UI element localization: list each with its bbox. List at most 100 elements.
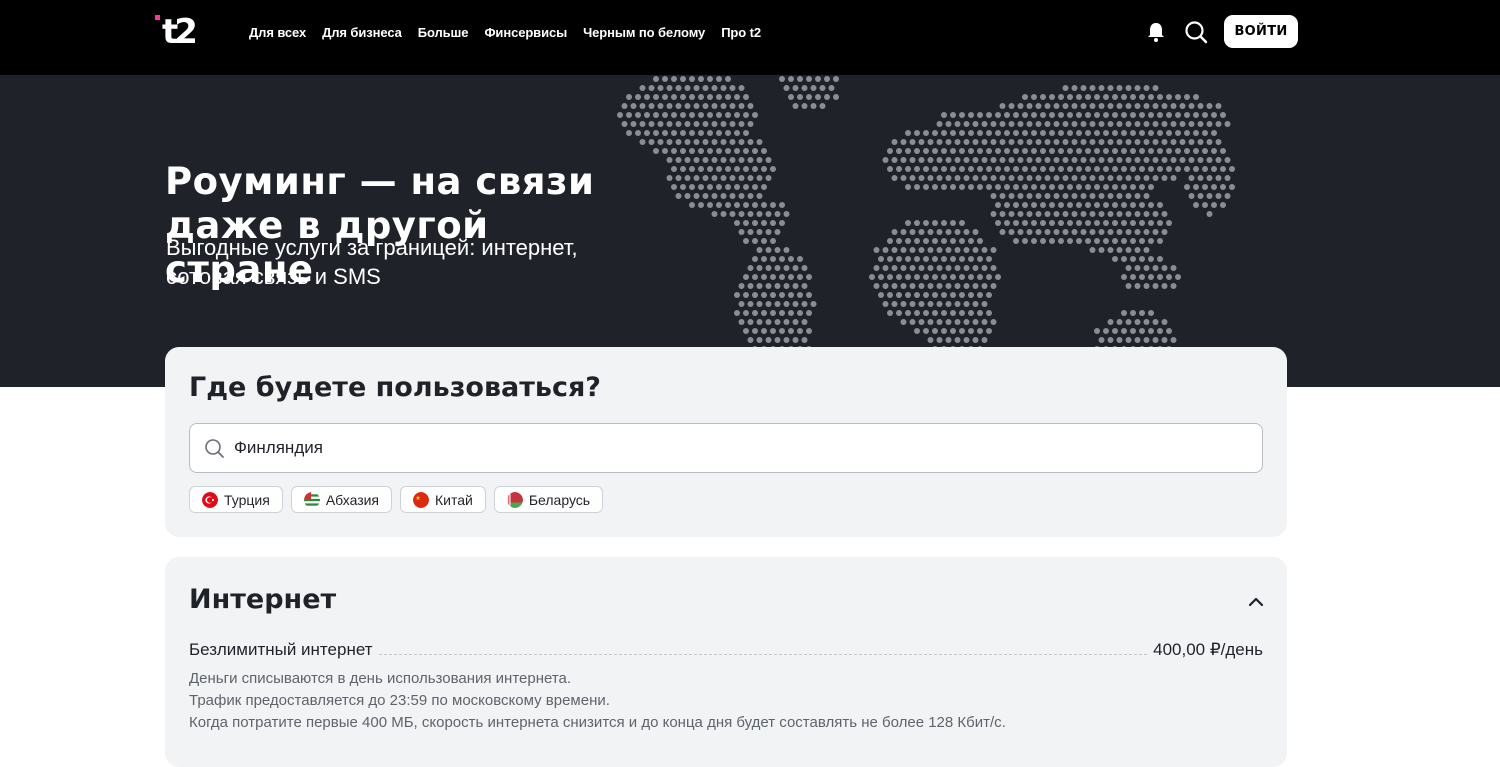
nav-link-more[interactable]: Больше xyxy=(418,25,469,40)
map-dot xyxy=(761,310,767,316)
map-dot xyxy=(950,256,956,262)
map-dot xyxy=(1211,202,1217,208)
map-dot xyxy=(882,157,889,163)
country-search-field[interactable] xyxy=(189,423,1263,473)
country-chip-china[interactable]: Китай xyxy=(400,486,486,513)
map-dot xyxy=(932,238,938,244)
map-dot xyxy=(941,292,947,298)
map-dot xyxy=(1062,229,1069,235)
map-dot xyxy=(981,175,988,181)
map-dot xyxy=(1161,319,1168,325)
map-dot xyxy=(1112,166,1118,172)
map-dot xyxy=(945,301,952,307)
country-search-input[interactable] xyxy=(234,424,1244,472)
map-dot xyxy=(1161,175,1168,181)
map-dot xyxy=(761,202,767,208)
map-dot xyxy=(945,121,952,127)
map-dot xyxy=(689,112,695,118)
country-chip-turkey[interactable]: Турция xyxy=(189,486,283,513)
map-dot xyxy=(684,103,691,109)
nav-link-finservices[interactable]: Финсервисы xyxy=(484,25,567,40)
map-dot xyxy=(1152,175,1159,181)
nav-link-black-on-white[interactable]: Черным по белому xyxy=(583,25,705,40)
map-dot xyxy=(990,193,997,199)
map-dot xyxy=(981,247,988,253)
map-dot xyxy=(1139,112,1145,118)
map-dot xyxy=(743,148,749,154)
map-dot xyxy=(1112,184,1118,190)
map-dot xyxy=(999,103,1006,109)
login-button[interactable]: ВОЙТИ xyxy=(1224,15,1298,48)
map-dot xyxy=(1040,184,1046,190)
map-dot xyxy=(972,337,979,343)
map-dot xyxy=(900,319,907,325)
map-dot xyxy=(1157,202,1163,208)
map-dot xyxy=(770,328,776,334)
map-dot xyxy=(693,121,700,127)
hero-subtitle: Выгодные услуги за границей: интернет, с… xyxy=(166,233,686,291)
map-dot xyxy=(1040,148,1046,154)
map-dot xyxy=(707,184,713,190)
map-dot xyxy=(1067,94,1073,100)
map-dot xyxy=(1044,121,1051,127)
map-dot xyxy=(927,319,934,325)
nav-link-business[interactable]: Для бизнеса xyxy=(322,25,402,40)
map-dot xyxy=(765,175,772,181)
map-dot xyxy=(1040,166,1046,172)
map-dot xyxy=(783,283,790,289)
t2-logo[interactable]: t2 xyxy=(155,9,213,51)
map-dot xyxy=(725,202,731,208)
map-dot xyxy=(1170,157,1177,163)
map-dot xyxy=(932,274,938,280)
map-dot xyxy=(954,157,961,163)
map-dot xyxy=(990,211,997,217)
map-dot xyxy=(1053,175,1060,181)
map-dot xyxy=(1049,220,1055,226)
map-dot xyxy=(1017,175,1024,181)
map-dot xyxy=(1206,103,1213,109)
chevron-up-icon[interactable] xyxy=(1246,594,1266,608)
map-dot xyxy=(1008,175,1015,181)
map-dot xyxy=(1098,193,1105,199)
map-dot xyxy=(959,238,965,244)
bell-icon[interactable] xyxy=(1145,21,1167,43)
map-dot xyxy=(927,337,934,343)
map-dot xyxy=(963,283,970,289)
map-dot xyxy=(729,157,736,163)
map-dot xyxy=(1116,337,1123,343)
map-dot xyxy=(779,274,785,280)
map-dot xyxy=(734,292,740,298)
map-dot xyxy=(1116,103,1123,109)
map-dot xyxy=(1058,148,1064,154)
popular-countries: Турция Абхазия Китай Беларусь xyxy=(189,486,604,513)
map-dot xyxy=(1062,103,1069,109)
country-chip-belarus[interactable]: Беларусь xyxy=(493,486,604,513)
map-dot xyxy=(783,319,790,325)
map-dot xyxy=(900,175,907,181)
map-dot xyxy=(1085,184,1091,190)
map-dot xyxy=(756,157,763,163)
nav-link-about-t2[interactable]: Про t2 xyxy=(721,25,761,40)
map-dot xyxy=(941,166,947,172)
search-icon[interactable] xyxy=(1184,20,1208,44)
map-dot xyxy=(1134,157,1141,163)
map-dot xyxy=(792,103,799,109)
map-dot xyxy=(747,157,754,163)
map-dot xyxy=(936,319,943,325)
map-dot xyxy=(743,112,749,118)
map-dot xyxy=(900,229,907,235)
map-dot xyxy=(959,166,965,172)
nav-link-for-everyone[interactable]: Для всех xyxy=(249,25,306,40)
map-dot xyxy=(1035,103,1042,109)
map-dot xyxy=(761,184,767,190)
map-dot xyxy=(1224,157,1231,163)
map-dot xyxy=(986,292,992,298)
map-dot xyxy=(918,283,925,289)
map-dot xyxy=(1058,220,1064,226)
map-dot xyxy=(1085,166,1091,172)
map-dot xyxy=(1188,139,1195,145)
map-dot xyxy=(671,148,677,154)
country-chip-abkhazia[interactable]: Абхазия xyxy=(290,486,393,513)
map-dot xyxy=(720,85,727,91)
map-dot xyxy=(1202,148,1208,154)
